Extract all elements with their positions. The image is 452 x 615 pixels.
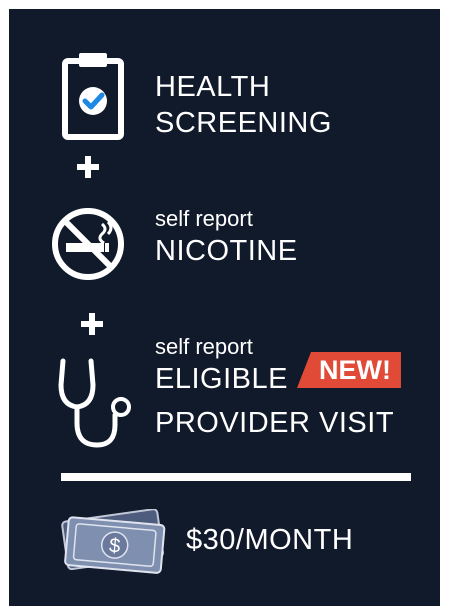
health-screening-line2: SCREENING [155,107,332,139]
provider-prefix: self report [155,334,253,359]
nicotine-prefix: self report [155,206,253,231]
plus-icon [77,156,99,178]
currency-symbol: $ [108,535,121,558]
health-screening-line1: HEALTH [155,71,271,103]
nicotine-title: NICOTINE [155,235,298,267]
stethoscope-icon [58,358,131,448]
no-smoking-icon [52,208,124,280]
money-bills-icon: $ [61,509,166,574]
new-badge: NEW! [297,352,401,388]
incentive-card: HEALTH SCREENING self report NICOTINE se… [9,9,440,606]
provider-line1: ELIGIBLE [155,363,288,395]
provider-line2: PROVIDER VISIT [155,407,395,439]
divider [61,473,411,481]
plus-icon [81,313,103,335]
clipboard-check-icon [62,53,124,140]
reward-amount: $30/MONTH [186,524,354,556]
